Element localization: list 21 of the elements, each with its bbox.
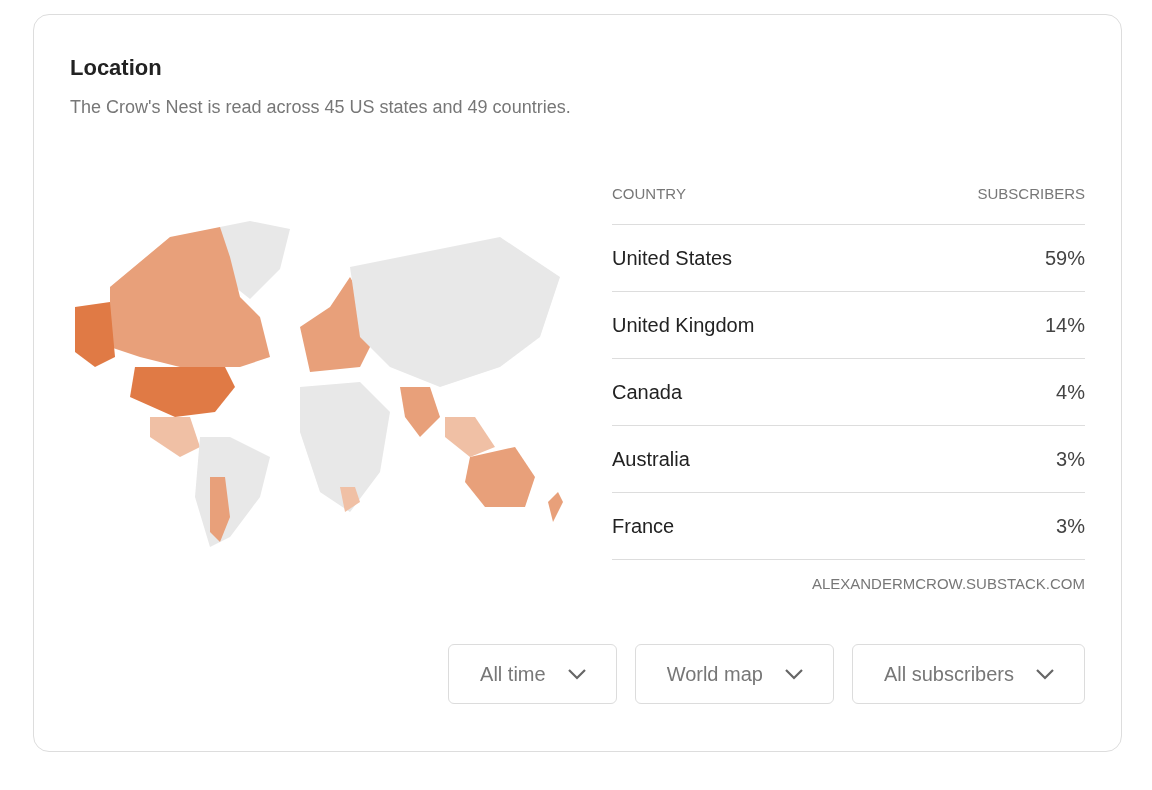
subscriber-share: 3% [1056, 514, 1085, 538]
dropdown-button[interactable]: All time [448, 644, 617, 704]
country-name: United States [612, 246, 733, 270]
column-header: SUBSCRIBERS [977, 185, 1085, 202]
dropdown-button[interactable]: All subscribers [851, 644, 1085, 704]
dropdown-button[interactable]: World map [634, 644, 834, 704]
chevron-down-icon [784, 668, 803, 680]
source-url: ALEXANDERMCROW.SUBSTACK.COM [810, 575, 1085, 592]
country-name: Canada [612, 380, 683, 404]
subscriber-share: 3% [1056, 447, 1085, 471]
country-name: United Kingdom [612, 313, 755, 337]
card-title: Location [70, 55, 163, 81]
column-header: COUNTRY [612, 185, 686, 202]
subscriber-share: 59% [1044, 246, 1085, 270]
chevron-down-icon [567, 668, 586, 680]
card-subtitle: The Crow's Nest is read across 45 US states and 49 countries. [70, 97, 572, 118]
country-name: Australia [612, 447, 690, 471]
subscriber-share: 4% [1056, 380, 1085, 404]
chevron-down-icon [1036, 668, 1054, 680]
subscriber-share: 14% [1044, 313, 1085, 337]
country-name: France [612, 514, 675, 538]
